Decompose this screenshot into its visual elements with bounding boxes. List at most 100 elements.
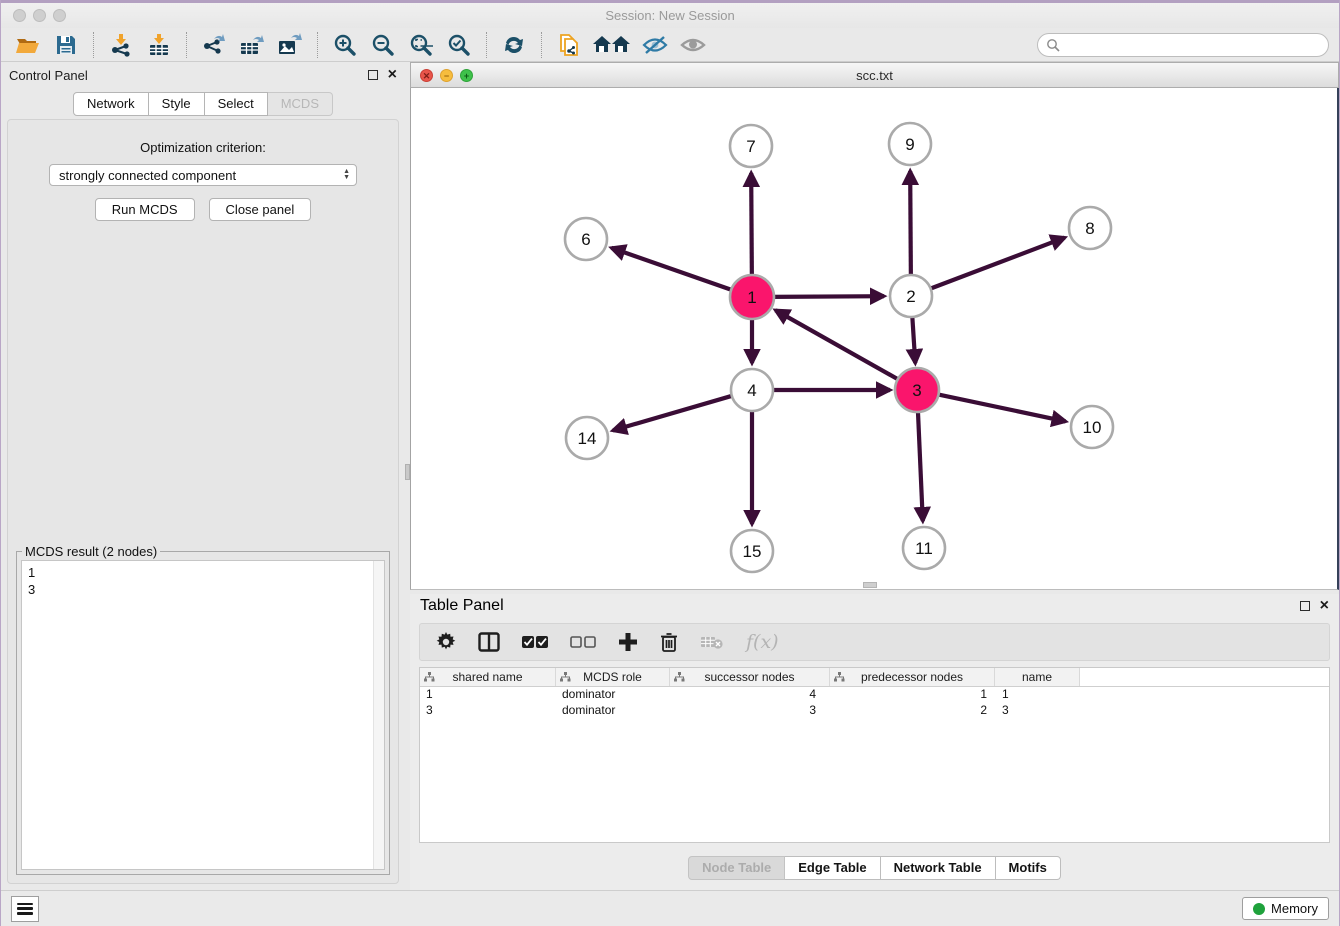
close-panel-button[interactable]: Close panel <box>209 198 312 221</box>
close-window-button[interactable] <box>13 9 26 22</box>
column-header-predecessor-nodes[interactable]: predecessor nodes <box>830 668 995 686</box>
import-table-button[interactable] <box>142 30 176 60</box>
maximize-window-button[interactable] <box>53 9 66 22</box>
node-table[interactable]: shared nameMCDS role successor nodes prede… <box>419 667 1330 843</box>
zoom-in-button[interactable] <box>328 30 362 60</box>
tab-style[interactable]: Style <box>149 92 205 116</box>
import-network-button[interactable] <box>104 30 138 60</box>
graph-node-14[interactable]: 14 <box>566 417 608 459</box>
control-panel: Control Panel × NetworkStyleSelectMCDS O… <box>1 62 405 890</box>
add-column-button[interactable] <box>618 632 638 652</box>
column-header-successor-nodes[interactable]: successor nodes <box>670 668 830 686</box>
edge-2-3[interactable] <box>912 315 915 363</box>
table-cell: dominator <box>556 687 670 703</box>
control-panel-title: Control Panel <box>9 68 88 83</box>
svg-text:2: 2 <box>906 287 915 306</box>
edge-3-1[interactable] <box>776 310 901 380</box>
save-session-button[interactable] <box>49 30 83 60</box>
memory-button[interactable]: Memory <box>1242 897 1329 920</box>
mcds-panel: Optimization criterion: strongly connect… <box>7 119 399 884</box>
edge-2-8[interactable] <box>929 238 1065 290</box>
minimize-network-button[interactable]: − <box>440 69 453 82</box>
graph-node-1[interactable]: 1 <box>730 275 774 319</box>
edge-2-9[interactable] <box>910 171 911 277</box>
graph-node-6[interactable]: 6 <box>565 218 607 260</box>
criterion-dropdown[interactable]: strongly connected component ▲▼ <box>49 164 357 186</box>
tab-mcds[interactable]: MCDS <box>268 92 333 116</box>
graph-node-11[interactable]: 11 <box>903 527 945 569</box>
minimize-window-button[interactable] <box>33 9 46 22</box>
select-all-button[interactable] <box>522 635 548 649</box>
toolbar-separator <box>93 32 94 58</box>
svg-text:11: 11 <box>915 539 933 558</box>
export-table-button[interactable] <box>235 30 269 60</box>
open-session-button[interactable] <box>11 30 45 60</box>
network-window-controls: ✕ − + <box>420 69 473 82</box>
tab-network[interactable]: Network <box>73 92 149 116</box>
close-panel-icon[interactable]: × <box>388 70 397 80</box>
table-tab-node-table[interactable]: Node Table <box>688 856 785 880</box>
edge-4-14[interactable] <box>613 395 734 430</box>
run-mcds-button[interactable]: Run MCDS <box>95 198 195 221</box>
search-box[interactable] <box>1037 33 1329 57</box>
table-row[interactable]: 1dominator411 <box>420 687 1329 703</box>
table-tab-motifs[interactable]: Motifs <box>996 856 1061 880</box>
graph-node-9[interactable]: 9 <box>889 123 931 165</box>
canvas-resize-grip[interactable] <box>863 582 877 588</box>
edge-1-7[interactable] <box>751 173 752 278</box>
function-builder-button[interactable]: f(x) <box>746 631 779 653</box>
table-settings-button[interactable] <box>436 632 456 652</box>
result-scrollbar[interactable] <box>373 561 384 869</box>
zoom-selected-button[interactable] <box>442 30 476 60</box>
svg-text:3: 3 <box>912 381 921 400</box>
graph-node-8[interactable]: 8 <box>1069 207 1111 249</box>
edge-1-2[interactable] <box>771 296 884 297</box>
show-all-button[interactable] <box>676 30 710 60</box>
close-network-button[interactable]: ✕ <box>420 69 433 82</box>
column-pane-button[interactable] <box>478 632 500 652</box>
search-input[interactable] <box>1064 38 1320 52</box>
network-canvas[interactable]: 7 9 6 8 1 2 4 3 14 10 15 11 <box>410 88 1339 590</box>
table-row[interactable]: 3dominator323 <box>420 703 1329 719</box>
table-toolbar: f(x) <box>419 623 1330 661</box>
float-panel-icon[interactable] <box>368 70 378 80</box>
hide-selected-button[interactable] <box>638 30 672 60</box>
edge-3-11[interactable] <box>918 409 923 521</box>
edge-1-6[interactable] <box>611 248 734 291</box>
deselect-all-button[interactable] <box>570 635 596 649</box>
close-table-panel-icon[interactable]: × <box>1320 601 1329 611</box>
export-network-button[interactable] <box>197 30 231 60</box>
zoom-out-button[interactable] <box>366 30 400 60</box>
zoom-fit-button[interactable] <box>404 30 438 60</box>
column-label: successor nodes <box>704 670 794 684</box>
tab-select[interactable]: Select <box>205 92 268 116</box>
delete-table-button[interactable] <box>700 634 724 650</box>
table-tab-edge-table[interactable]: Edge Table <box>785 856 880 880</box>
graph-node-3[interactable]: 3 <box>895 368 939 412</box>
graph-node-15[interactable]: 15 <box>731 530 773 572</box>
export-image-button[interactable] <box>273 30 307 60</box>
command-panel-button[interactable] <box>11 896 39 922</box>
float-table-panel-icon[interactable] <box>1300 601 1310 611</box>
graph-node-7[interactable]: 7 <box>730 125 772 167</box>
maximize-network-button[interactable]: + <box>460 69 473 82</box>
table-tab-network-table[interactable]: Network Table <box>881 856 996 880</box>
toolbar-separator <box>186 32 187 58</box>
graph-node-2[interactable]: 2 <box>890 275 932 317</box>
graph-node-4[interactable]: 4 <box>731 369 773 411</box>
table-panel-title: Table Panel <box>420 597 504 615</box>
edge-3-10[interactable] <box>936 394 1066 421</box>
delete-column-button[interactable] <box>660 632 678 652</box>
svg-text:1: 1 <box>747 288 756 307</box>
mcds-result-title: MCDS result (2 nodes) <box>22 544 160 559</box>
clone-network-button[interactable] <box>552 30 586 60</box>
column-header-shared-name[interactable]: shared name <box>420 668 556 686</box>
hierarchy-icon <box>674 672 685 682</box>
svg-text:4: 4 <box>747 381 756 400</box>
column-header-name[interactable]: name <box>995 668 1080 686</box>
first-neighbors-button[interactable] <box>590 30 634 60</box>
unchecked-boxes-icon <box>570 635 596 649</box>
refresh-button[interactable] <box>497 30 531 60</box>
column-header-mcds-role[interactable]: MCDS role <box>556 668 670 686</box>
graph-node-10[interactable]: 10 <box>1071 406 1113 448</box>
